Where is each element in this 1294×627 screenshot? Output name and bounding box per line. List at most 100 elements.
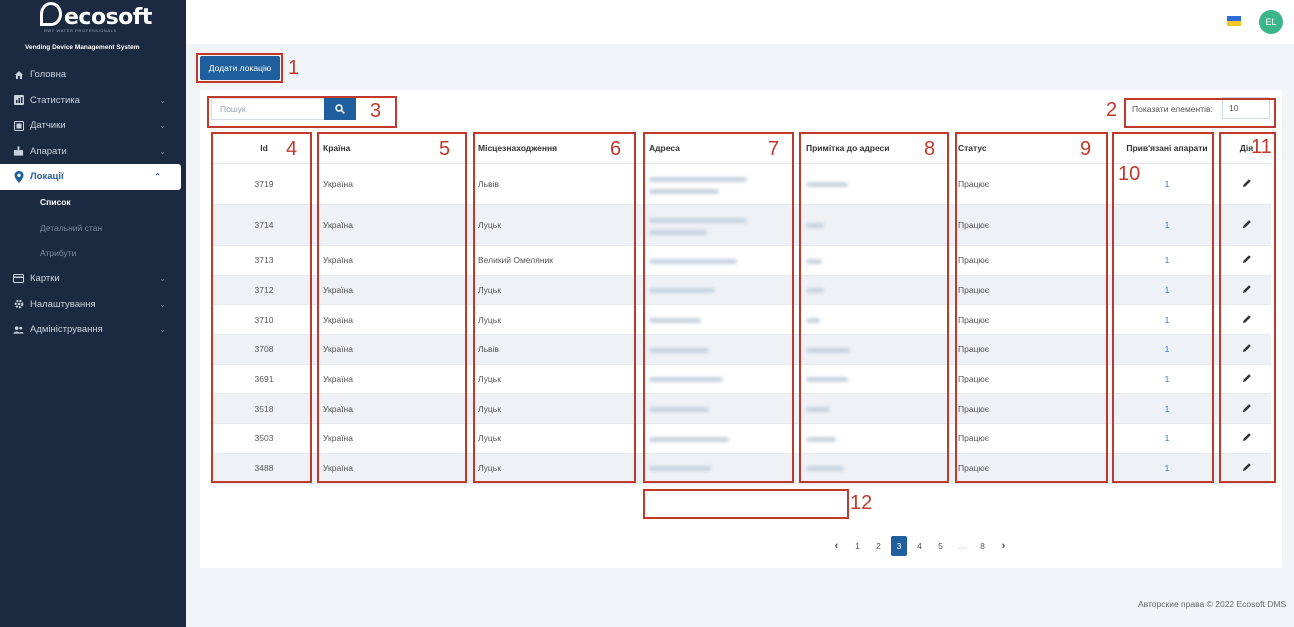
edit-button[interactable]: [1222, 393, 1271, 425]
cell-address-note-redacted: [800, 393, 952, 425]
sidebar-item-label: Налаштування: [30, 298, 96, 310]
edit-button[interactable]: [1222, 364, 1271, 395]
edit-button[interactable]: [1222, 163, 1271, 205]
table-row[interactable]: 3713 Україна Великий Омеляник Працює 1: [211, 245, 1271, 276]
pencil-icon: [1242, 255, 1251, 264]
cell-address-note-redacted: [800, 204, 952, 246]
sidebar-item-sensors[interactable]: Датчики ⌄: [0, 113, 186, 139]
cell-location: Львів: [472, 163, 643, 205]
cell-status: Працює: [952, 163, 1112, 205]
edit-button[interactable]: [1222, 453, 1271, 484]
sidebar-subitem-list[interactable]: Список: [0, 190, 186, 216]
marker-number: 4: [286, 138, 298, 160]
linked-devices-link[interactable]: 1: [1112, 245, 1222, 276]
cell-id: 3518: [211, 393, 317, 425]
pagination-page-current[interactable]: 3: [891, 536, 907, 556]
cell-location: Луцьк: [472, 204, 643, 246]
pagination-page[interactable]: 8: [972, 536, 993, 556]
marker-number: 1: [288, 57, 300, 79]
table-row[interactable]: 3710 Україна Луцьк Працює 1: [211, 304, 1271, 336]
linked-devices-link[interactable]: 1: [1112, 334, 1222, 365]
cell-country: Україна: [317, 393, 472, 425]
table-row[interactable]: 3714 Україна Луцьк Працює 1: [211, 204, 1271, 246]
edit-button[interactable]: [1222, 275, 1271, 306]
edit-button[interactable]: [1222, 304, 1271, 336]
sidebar-item-settings[interactable]: Налаштування ⌄: [0, 292, 186, 318]
cell-id: 3503: [211, 423, 317, 454]
cell-country: Україна: [317, 304, 472, 336]
linked-devices-link[interactable]: 1: [1112, 304, 1222, 336]
search-icon: [335, 104, 345, 114]
sidebar-item-home[interactable]: Головна: [0, 62, 186, 88]
cell-address-note-redacted: [800, 453, 952, 484]
pagination-next-button[interactable]: ›: [993, 536, 1014, 556]
table-row[interactable]: 3719 Україна Львів Працює 1: [211, 163, 1271, 205]
marker-number: 12: [850, 492, 873, 514]
column-header-linked-devices[interactable]: Прив'язані апарати: [1112, 133, 1222, 164]
pagination-prev-button[interactable]: ‹: [826, 536, 847, 556]
cell-country: Україна: [317, 275, 472, 306]
edit-button[interactable]: [1222, 423, 1271, 454]
table-row[interactable]: 3712 Україна Луцьк Працює 1: [211, 275, 1271, 306]
chevron-down-icon: ⌄: [159, 95, 166, 105]
pencil-icon: [1242, 463, 1251, 472]
sidebar-item-cards[interactable]: Картки ⌄: [0, 266, 186, 292]
sidebar-item-statistics[interactable]: Статистика ⌄: [0, 88, 186, 114]
pagination-page[interactable]: 4: [909, 536, 930, 556]
cell-location: Львів: [472, 334, 643, 365]
sidebar-item-administration[interactable]: Адміністрування ⌄: [0, 317, 186, 343]
cell-address-redacted: [643, 163, 800, 205]
cell-country: Україна: [317, 423, 472, 454]
cell-location: Луцьк: [472, 393, 643, 425]
linked-devices-link[interactable]: 1: [1112, 204, 1222, 246]
table-row[interactable]: 3488 Україна Луцьк Працює 1: [211, 453, 1271, 484]
ukraine-flag-icon[interactable]: [1227, 16, 1241, 26]
sidebar-subitem-attributes[interactable]: Атрибути: [0, 241, 186, 267]
cell-address-note-redacted: [800, 334, 952, 365]
cell-id: 3708: [211, 334, 317, 365]
sidebar-item-devices[interactable]: Апарати ⌄: [0, 139, 186, 165]
cell-location: Луцьк: [472, 453, 643, 484]
linked-devices-link[interactable]: 1: [1112, 275, 1222, 306]
marker-number: 3: [370, 100, 382, 122]
cell-address-note-redacted: [800, 275, 952, 306]
pagination-page[interactable]: 2: [868, 536, 889, 556]
cell-location: Луцьк: [472, 423, 643, 454]
marker-number: 7: [768, 138, 780, 160]
avatar[interactable]: EL: [1259, 10, 1283, 34]
linked-devices-link[interactable]: 1: [1112, 393, 1222, 425]
sidebar-item-locations[interactable]: Локації ⌃: [0, 164, 181, 190]
cell-id: 3713: [211, 245, 317, 276]
add-location-button[interactable]: Додати локацію: [200, 56, 280, 80]
pagination-page[interactable]: 1: [847, 536, 868, 556]
page-size-input[interactable]: [1222, 97, 1270, 119]
search-button[interactable]: [324, 98, 356, 120]
column-header-id[interactable]: Id: [211, 133, 317, 164]
logo-mark-icon: [40, 2, 62, 26]
edit-button[interactable]: [1222, 204, 1271, 246]
chevron-down-icon: ⌄: [159, 325, 166, 335]
cell-id: 3488: [211, 453, 317, 484]
logo[interactable]: ecosoft: [40, 2, 152, 30]
cell-address-note-redacted: [800, 245, 952, 276]
table-row[interactable]: 3518 Україна Луцьк Працює 1: [211, 393, 1271, 425]
cell-address-redacted: [643, 304, 800, 336]
edit-button[interactable]: [1222, 245, 1271, 276]
linked-devices-link[interactable]: 1: [1112, 453, 1222, 484]
cell-status: Працює: [952, 275, 1112, 306]
table-row[interactable]: 3503 Україна Луцьк Працює 1: [211, 423, 1271, 454]
table-row[interactable]: 3708 Україна Львів Працює 1: [211, 334, 1271, 365]
cell-location: Луцьк: [472, 275, 643, 306]
marker-number: 2: [1106, 99, 1118, 121]
pagination-page[interactable]: 5: [930, 536, 951, 556]
marker-number: 6: [610, 138, 622, 160]
linked-devices-link[interactable]: 1: [1112, 364, 1222, 395]
sidebar-subitem-detailed-state[interactable]: Детальний стан: [0, 215, 186, 241]
main-content: Додати локацію Показати елементів: Id Кр…: [186, 44, 1294, 627]
linked-devices-link[interactable]: 1: [1112, 423, 1222, 454]
table-row[interactable]: 3691 Україна Луцьк Працює 1: [211, 364, 1271, 395]
logo-text: ecosoft: [64, 5, 152, 30]
edit-button[interactable]: [1222, 334, 1271, 365]
pencil-icon: [1242, 220, 1251, 228]
page-size-label: Показати елементів:: [1132, 104, 1213, 114]
